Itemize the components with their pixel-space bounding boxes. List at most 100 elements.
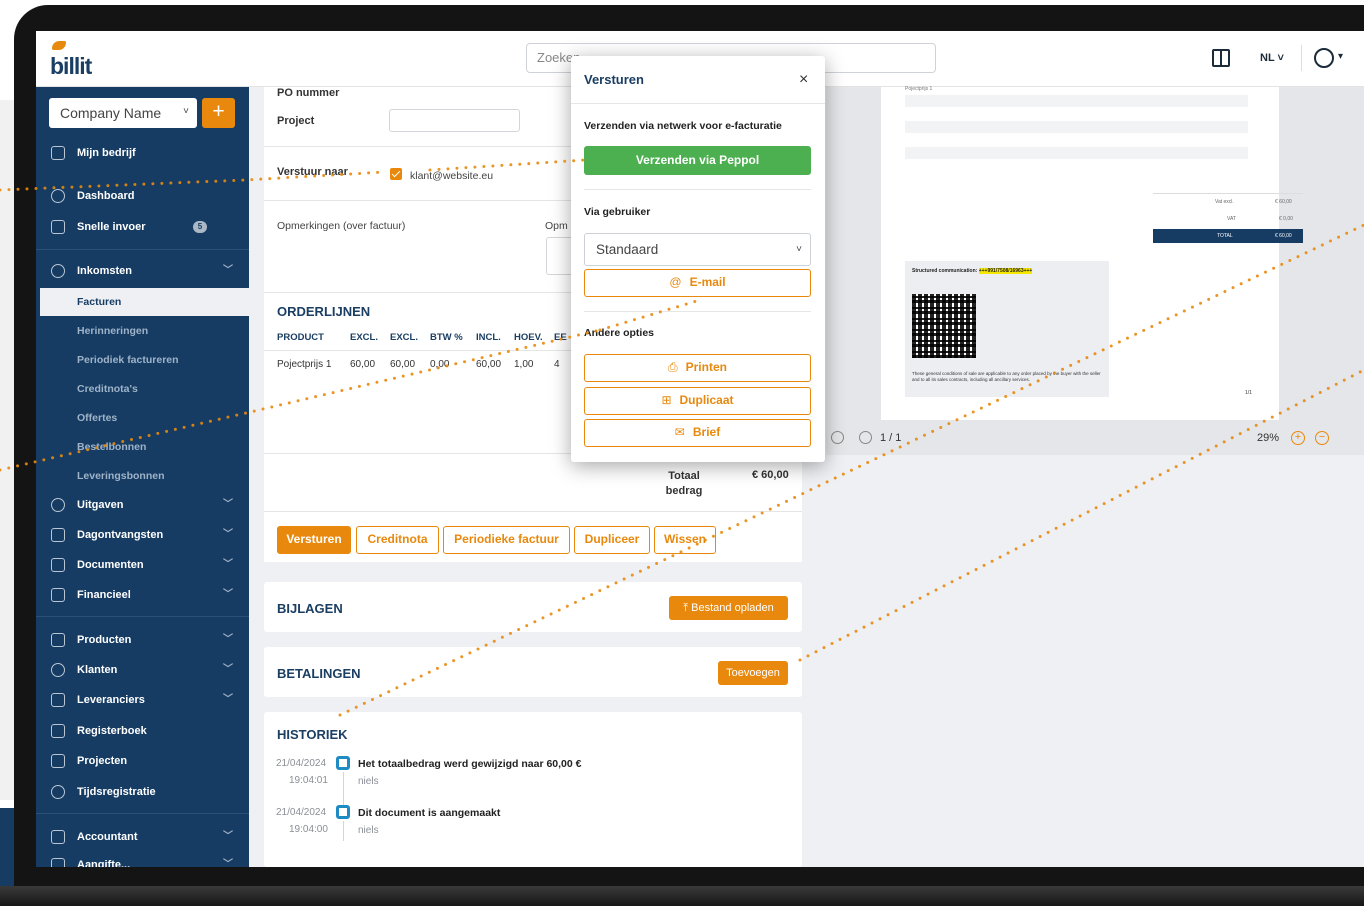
send-modal: Versturen × Verzenden via netwerk voor e… [571, 56, 825, 462]
close-icon[interactable]: × [799, 72, 808, 88]
preview-total-value: € 0,00 [1279, 216, 1293, 222]
sidebar-item-label: Mijn bedrijf [77, 147, 136, 159]
send-via-peppol-button[interactable]: Verzenden via Peppol [584, 146, 811, 175]
duplicate-button[interactable]: Dupliceer [574, 526, 650, 554]
upload-tray-icon [51, 830, 65, 844]
via-user-label: Via gebruiker [584, 206, 651, 218]
sidebar-item-leveranciers[interactable]: Leveranciers ﹀ [36, 686, 249, 714]
table-cell[interactable]: Pojectprijs 1 [277, 359, 331, 370]
sidebar-divider [36, 813, 249, 814]
sidebar-item-aangifte[interactable]: Aangifte... ﹀ [36, 851, 249, 867]
zoom-out-icon[interactable]: − [1315, 431, 1329, 445]
table-cell: 1,00 [514, 359, 534, 370]
sidebar-item-herinneringen[interactable]: Herinneringen [36, 317, 249, 345]
table-cell: 60,00 [350, 359, 376, 370]
sidebar-item-producten[interactable]: Producten ﹀ [36, 626, 249, 654]
sidebar-item-accountant[interactable]: Accountant ﹀ [36, 823, 249, 851]
sidebar-item-klanten[interactable]: Klanten ﹀ [36, 656, 249, 684]
remarks2-label: Opm [545, 220, 568, 232]
payments-panel: BETALINGEN Toevoegen [264, 647, 802, 697]
preview-row [905, 121, 1248, 133]
sidebar-item-bestelbonnen[interactable]: Bestelbonnen [36, 433, 249, 461]
remarks-label: Opmerkingen (over factuur) [277, 220, 406, 232]
send-button[interactable]: Versturen [277, 526, 351, 554]
duplicate-copy-button[interactable]: ⊞ Duplicaat [584, 387, 811, 415]
upload-file-button[interactable]: ⤒ Bestand opladen [669, 596, 788, 620]
delete-button[interactable]: Wissen [654, 526, 716, 554]
sidebar-item-financieel[interactable]: Financieel ﹀ [36, 581, 249, 609]
send-to-checkbox[interactable] [390, 168, 402, 180]
preview-page-number: 1/1 [1245, 390, 1252, 396]
history-user: niels [358, 776, 379, 787]
column-header: PRODUCT [277, 332, 324, 343]
add-payment-button[interactable]: Toevoegen [718, 661, 788, 685]
table-cell: 0,00 [430, 359, 450, 370]
next-page-icon[interactable] [859, 431, 872, 444]
letter-button[interactable]: ✉ Brief [584, 419, 811, 447]
sidebar-item-mijn-bedrijf[interactable]: Mijn bedrijf [36, 139, 249, 167]
previous-page-icon[interactable] [831, 431, 844, 444]
sidebar-item-registerboek[interactable]: Registerboek [36, 717, 249, 745]
add-button[interactable]: + [202, 98, 235, 128]
arrow-up-circle-icon [51, 498, 65, 512]
sidebar-divider [36, 616, 249, 617]
preview-total-label: TOTAL [1217, 233, 1233, 239]
sidebar-item-label: Creditnota's [77, 383, 138, 395]
column-header: BTW % [430, 332, 463, 343]
sidebar-item-inkomsten[interactable]: Inkomsten ﹀ [36, 257, 249, 285]
bank-icon [51, 588, 65, 602]
sidebar-item-tijdsregistratie[interactable]: Tijdsregistratie [36, 778, 249, 806]
history-line [343, 821, 344, 841]
billit-logo[interactable]: billit [50, 41, 110, 79]
divider [264, 511, 802, 512]
upload-icon: ⤒ [683, 602, 692, 614]
sidebar-item-facturen[interactable]: Facturen [36, 288, 249, 316]
language-label: NL [1260, 52, 1275, 64]
history-panel: HISTORIEK 21/04/2024 19:04:01 Het totaal… [264, 712, 802, 867]
sidebar-item-snelle-invoer[interactable]: Snelle invoer 5 [36, 213, 249, 241]
chevron-down-icon[interactable]: ▾ [1338, 51, 1343, 62]
printer-icon: ⎙ [668, 360, 678, 374]
sidebar-item-periodiek-factureren[interactable]: Periodiek factureren [36, 346, 249, 374]
sidebar-item-uitgaven[interactable]: Uitgaven ﹀ [36, 491, 249, 519]
periodic-invoice-button[interactable]: Periodieke factuur [443, 526, 570, 554]
zoom-in-icon[interactable]: + [1291, 431, 1305, 445]
po-number-label: PO nummer [277, 87, 340, 99]
send-to-label: Verstuur naar [277, 166, 348, 178]
sidebar-item-label: Leveringsbonnen [77, 470, 165, 482]
sidebar-item-leveringsbonnen[interactable]: Leveringsbonnen [36, 462, 249, 490]
supplier-icon [51, 693, 65, 707]
attachments-title: BIJLAGEN [277, 601, 343, 616]
template-select-value: Standaard [596, 242, 659, 257]
users-icon [51, 663, 65, 677]
gift-icon[interactable] [1212, 49, 1230, 67]
structured-value: +++991/7508/16963+++ [978, 268, 1033, 274]
chevron-down-icon: ﹀ [223, 559, 233, 570]
project-input[interactable] [389, 109, 520, 132]
user-icon[interactable] [1314, 48, 1334, 68]
sidebar-item-dagontvangsten[interactable]: Dagontvangsten ﹀ [36, 521, 249, 549]
email-button[interactable]: @ E-mail [584, 269, 811, 297]
sidebar-item-projecten[interactable]: Projecten [36, 747, 249, 775]
upload-file-label: Bestand opladen [691, 602, 774, 614]
history-text: Het totaalbedrag werd gewijzigd naar 60,… [358, 758, 582, 770]
template-select[interactable]: Standaard ˅ [584, 233, 811, 266]
sidebar-item-documenten[interactable]: Documenten ﹀ [36, 551, 249, 579]
table-cell: 60,00 [476, 359, 502, 370]
company-select[interactable]: Company Name ˅ [49, 98, 197, 128]
laptop-base [0, 886, 1364, 906]
total-label: Totaal bedrag [665, 470, 703, 497]
sidebar-item-dashboard[interactable]: Dashboard [36, 182, 249, 210]
invoice-preview: Pojectprijs 1 Vat excl. € 60,00 VAT € 0,00… [826, 86, 1364, 455]
sidebar-item-label: Dagontvangsten [77, 529, 164, 541]
arrow-down-circle-icon [51, 264, 65, 278]
language-selector[interactable]: NL ˅ [1260, 52, 1284, 64]
sidebar-item-label: Documenten [77, 559, 144, 571]
sidebar-item-creditnotas[interactable]: Creditnota's [36, 375, 249, 403]
chevron-down-icon: ﹀ [223, 831, 233, 842]
print-button[interactable]: ⎙ Printen [584, 354, 811, 382]
sidebar-item-offertes[interactable]: Offertes [36, 404, 249, 432]
history-line [343, 772, 344, 805]
send-to-email: klant@website.eu [410, 170, 494, 182]
creditnote-button[interactable]: Creditnota [356, 526, 439, 554]
